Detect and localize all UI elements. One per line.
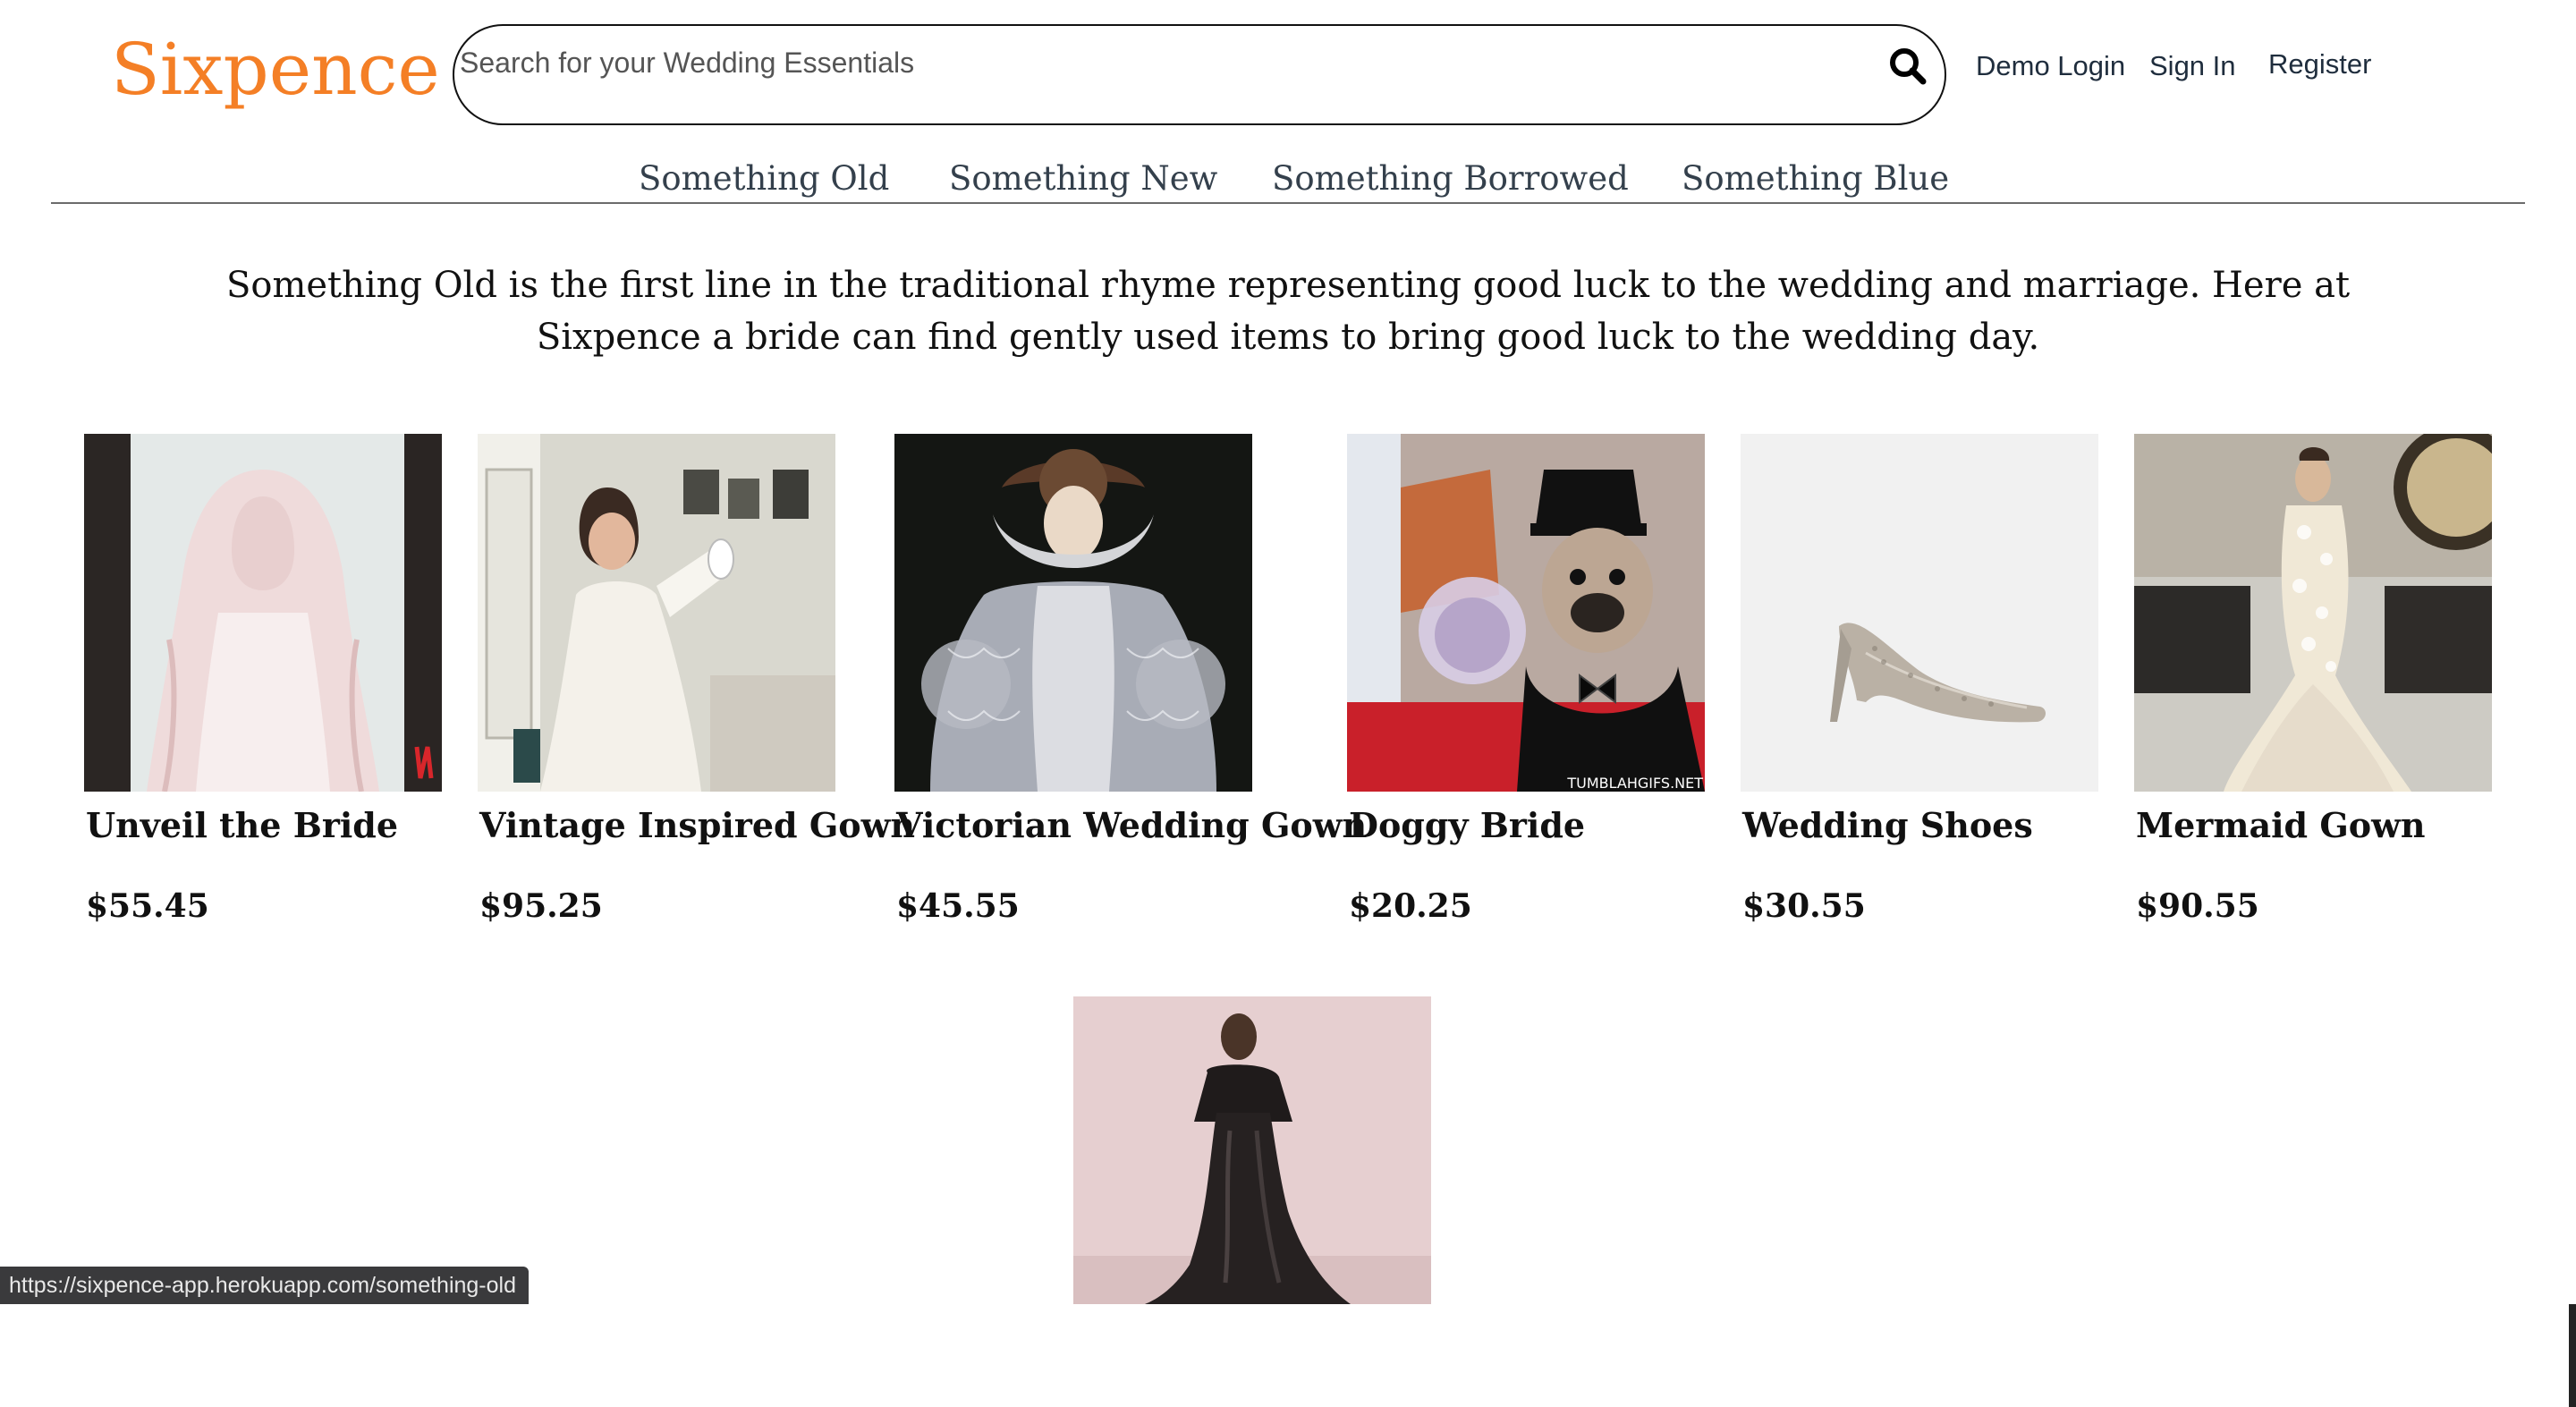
product-title[interactable]: Unveil the Bride xyxy=(86,805,398,845)
product-price: $90.55 xyxy=(2136,887,2259,925)
demo-login-link[interactable]: Demo Login xyxy=(1976,50,2125,82)
product-title[interactable]: Victorian Wedding Gown xyxy=(896,805,1367,845)
product-title[interactable]: Vintage Inspired Gown xyxy=(479,805,915,845)
product-title[interactable]: Doggy Bride xyxy=(1349,805,1585,845)
link-preview-status: https://sixpence-app.herokuapp.com/somet… xyxy=(0,1267,529,1304)
product-title[interactable]: Wedding Shoes xyxy=(1742,805,2033,845)
bride-veil-image[interactable] xyxy=(84,434,442,792)
nav-divider xyxy=(51,202,2525,204)
product-card[interactable]: Unveil the Bride $55.45 xyxy=(84,434,496,925)
category-nav: Something Old Something New Something Bo… xyxy=(0,159,2576,206)
category-description: Something Old is the first line in the t… xyxy=(225,265,2351,358)
product-card[interactable]: Vintage Inspired Gown $95.25 xyxy=(478,434,915,925)
product-price: $30.55 xyxy=(1742,887,1866,925)
product-card[interactable]: Wedding Shoes $30.55 xyxy=(1741,434,2152,925)
product-price: $95.25 xyxy=(479,887,603,925)
register-link[interactable]: Register xyxy=(2268,48,2371,81)
search-input[interactable] xyxy=(458,42,1803,83)
product-card[interactable]: Mermaid Gown $90.55 xyxy=(2134,434,2546,925)
product-card[interactable]: Victorian Wedding Gown $45.55 xyxy=(894,434,1367,925)
image-watermark: TUMBLAHGIFS.NET xyxy=(1566,775,1703,792)
nav-something-blue[interactable]: Something Blue xyxy=(1682,159,1949,198)
nav-something-new[interactable]: Something New xyxy=(949,159,1217,198)
product-card[interactable]: TUMBLAHGIFS.NET Doggy Bride $20.25 xyxy=(1347,434,1758,925)
product-card[interactable] xyxy=(1073,996,1485,1304)
black-satin-gown-image[interactable] xyxy=(1073,996,1431,1304)
victorian-gown-image[interactable] xyxy=(894,434,1252,792)
nav-something-old[interactable]: Something Old xyxy=(639,159,889,198)
product-price: $45.55 xyxy=(896,887,1020,925)
product-price: $20.25 xyxy=(1349,887,1472,925)
product-price: $55.45 xyxy=(86,887,209,925)
sign-in-link[interactable]: Sign In xyxy=(2149,50,2236,82)
search-bar xyxy=(453,24,1946,125)
doggy-bride-image[interactable]: TUMBLAHGIFS.NET xyxy=(1347,434,1705,792)
mermaid-gown-image[interactable] xyxy=(2134,434,2492,792)
scrollbar-thumb[interactable] xyxy=(2569,1304,2576,1407)
search-icon[interactable] xyxy=(1887,46,1928,87)
wedding-shoes-image[interactable] xyxy=(1741,434,2098,792)
logo[interactable]: Sixpence xyxy=(111,34,440,106)
product-title[interactable]: Mermaid Gown xyxy=(2136,805,2425,845)
nav-something-borrowed[interactable]: Something Borrowed xyxy=(1272,159,1629,198)
page: Sixpence Demo Login Sign In Register Som… xyxy=(0,0,2576,1407)
vintage-gown-image[interactable] xyxy=(478,434,835,792)
